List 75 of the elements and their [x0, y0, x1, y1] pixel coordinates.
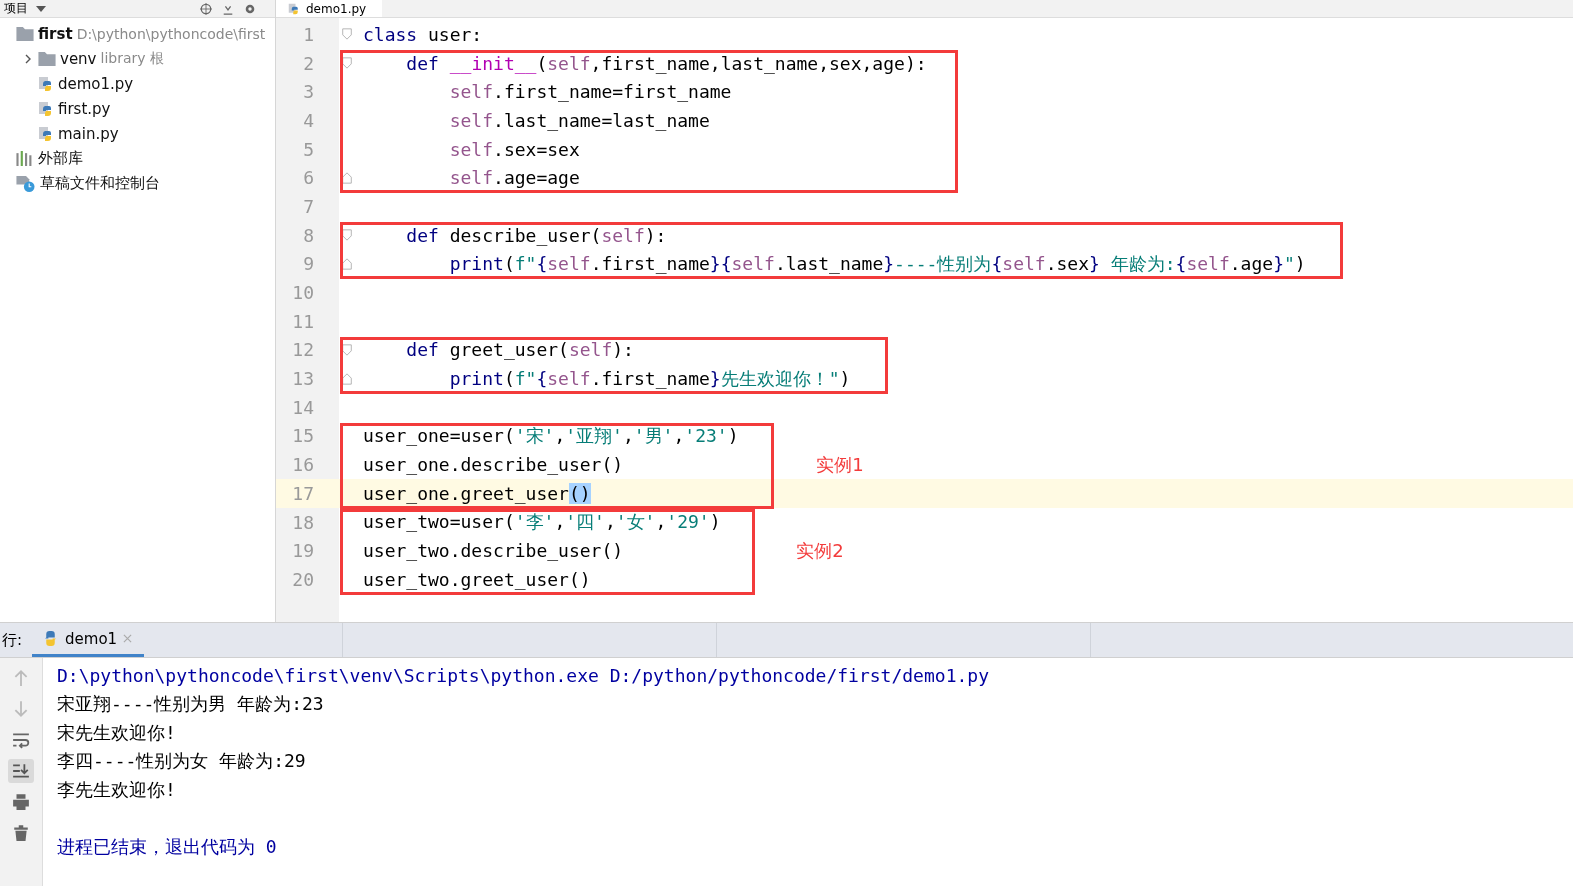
line-number: 5 [302, 138, 314, 160]
code-line: self.age=age [448, 167, 580, 189]
code-line: self.sex=sex [448, 138, 580, 160]
fold-marker-icon[interactable] [341, 372, 353, 385]
code-line: user_two.greet_user() [363, 568, 591, 590]
python-file-icon [38, 75, 54, 92]
panel-title[interactable]: 项目 [4, 0, 28, 17]
gear-icon[interactable] [243, 2, 257, 15]
line-number: 16 [291, 454, 314, 476]
fold-marker-icon[interactable] [341, 257, 353, 270]
scroll-to-end-icon[interactable] [8, 759, 34, 783]
code-line: def greet_user(self): [405, 339, 634, 361]
folder-icon [16, 26, 34, 41]
line-number: 1 [302, 23, 314, 45]
tree-item[interactable]: first.py [58, 99, 111, 118]
tree-item[interactable]: 外部库 [38, 149, 83, 168]
tree-item-note: D:\python\pythoncode\first [76, 25, 266, 42]
fold-marker-icon[interactable] [341, 28, 353, 41]
annotation-label: 实例2 [796, 538, 844, 563]
code-line: self.first_name=first_name [448, 81, 732, 103]
tree-item[interactable]: first [38, 24, 73, 43]
line-number: 12 [291, 339, 314, 361]
editor-tab[interactable]: demo1.py [276, 0, 383, 17]
tree-item[interactable]: main.py [58, 124, 119, 143]
code-line: user_one.greet_user() [363, 482, 591, 504]
code-line: user_two=user('李','四','女','29') [363, 510, 721, 535]
panel-title: 行: [1, 629, 23, 651]
folder-icon [38, 51, 56, 66]
fold-marker-icon[interactable] [341, 171, 353, 184]
console-line: 李四----性别为女 年龄为:29 [57, 749, 307, 774]
line-number: 7 [302, 195, 314, 217]
python-file-icon [288, 2, 300, 15]
line-number: 10 [291, 282, 314, 304]
fold-marker-icon[interactable] [341, 229, 353, 242]
code-line: self.last_name=last_name [448, 109, 710, 131]
tree-item[interactable]: 草稿文件和控制台 [40, 174, 160, 193]
line-number: 8 [302, 224, 314, 246]
annotation-label: 实例1 [816, 452, 864, 477]
console-line: 宋先生欢迎你! [57, 720, 177, 745]
console-line: 进程已结束，退出代码为 0 [57, 835, 278, 860]
line-number: 15 [291, 425, 314, 447]
console-line: 宋亚翔----性别为男 年龄为:23 [57, 692, 325, 717]
code-line: print(f"{self.first_name}{self.last_name}----性别为{self.sex} 年龄为:{self.age}") [448, 251, 1306, 276]
target-icon[interactable] [199, 2, 213, 15]
caret-icon[interactable] [36, 5, 46, 12]
code-line: def __init__(self,first_name,last_name,sex,age): [405, 52, 927, 74]
tree-item-note: library 根 [100, 49, 164, 68]
line-number: 4 [302, 109, 314, 131]
line-number: 13 [291, 368, 314, 390]
console-line: D:\python\pythoncode\first\venv\Scripts\python.exe D:/python/pythoncode/first/demo1.py [57, 663, 989, 688]
line-number: 20 [291, 568, 314, 590]
line-number: 2 [302, 52, 314, 74]
fold-marker-icon[interactable] [341, 57, 353, 70]
line-number: 3 [302, 81, 314, 103]
code-line: class user: [363, 23, 483, 45]
code-line: user_one=user('宋','亚翔','男','23') [363, 423, 739, 448]
python-file-icon [38, 125, 54, 142]
line-number: 14 [291, 396, 314, 418]
code-line: user_two.describe_user() [363, 540, 624, 562]
run-tab[interactable]: demo1 [32, 623, 145, 657]
library-bars-icon [16, 151, 34, 166]
code-line: user_one.describe_user() [363, 454, 624, 476]
line-number: 18 [291, 511, 314, 533]
console-line: 李先生欢迎你! [57, 778, 177, 803]
python-file-icon [38, 100, 54, 117]
scratch-clock-icon [16, 175, 36, 192]
line-number: 6 [302, 167, 314, 189]
code-line: def describe_user(self): [405, 224, 667, 246]
tree-item[interactable]: venv [60, 49, 97, 68]
line-number: 19 [291, 540, 314, 562]
code-line: print(f"{self.first_name}先生欢迎你！") [448, 366, 851, 391]
line-number: 11 [291, 310, 314, 332]
tree-item[interactable]: demo1.py [58, 74, 134, 93]
line-number: 9 [302, 253, 314, 275]
fold-marker-icon[interactable] [341, 343, 353, 356]
